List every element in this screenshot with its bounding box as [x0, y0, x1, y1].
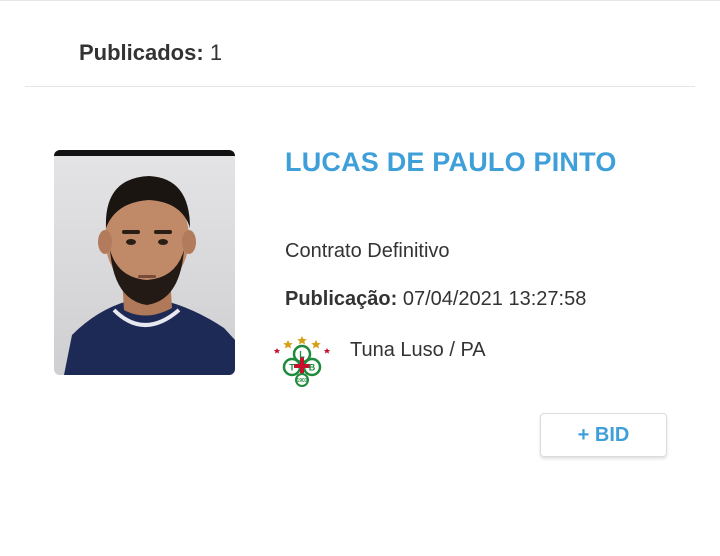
club-crest-year: 1903 — [296, 378, 307, 384]
club-crest-letter-top: L — [299, 350, 305, 360]
player-name: LUCAS DE PAULO PINTO — [285, 147, 617, 177]
club-name: Tuna Luso / PA — [350, 339, 486, 361]
bid-button[interactable]: + BID — [540, 413, 667, 457]
player-photo — [54, 150, 235, 375]
publication-datetime: 07/04/2021 13:27:58 — [402, 288, 587, 310]
top-border — [0, 0, 720, 1]
publication-label: Publicação: — [285, 288, 398, 310]
published-count-value: 1 — [209, 40, 223, 65]
contract-type: Contrato Definitivo — [285, 240, 450, 262]
published-count-label: Publicados: — [79, 40, 204, 65]
club-crest-letter-right: B — [309, 363, 316, 373]
club-crest-letter-left: T — [289, 363, 295, 373]
published-count: Publicados: 1 — [79, 40, 222, 66]
player-photo-illustration — [54, 150, 235, 375]
club-crest-icon: L T B 1903 — [273, 334, 331, 388]
publication-info: Publicação: 07/04/2021 13:27:58 — [285, 288, 586, 311]
divider — [25, 86, 695, 87]
